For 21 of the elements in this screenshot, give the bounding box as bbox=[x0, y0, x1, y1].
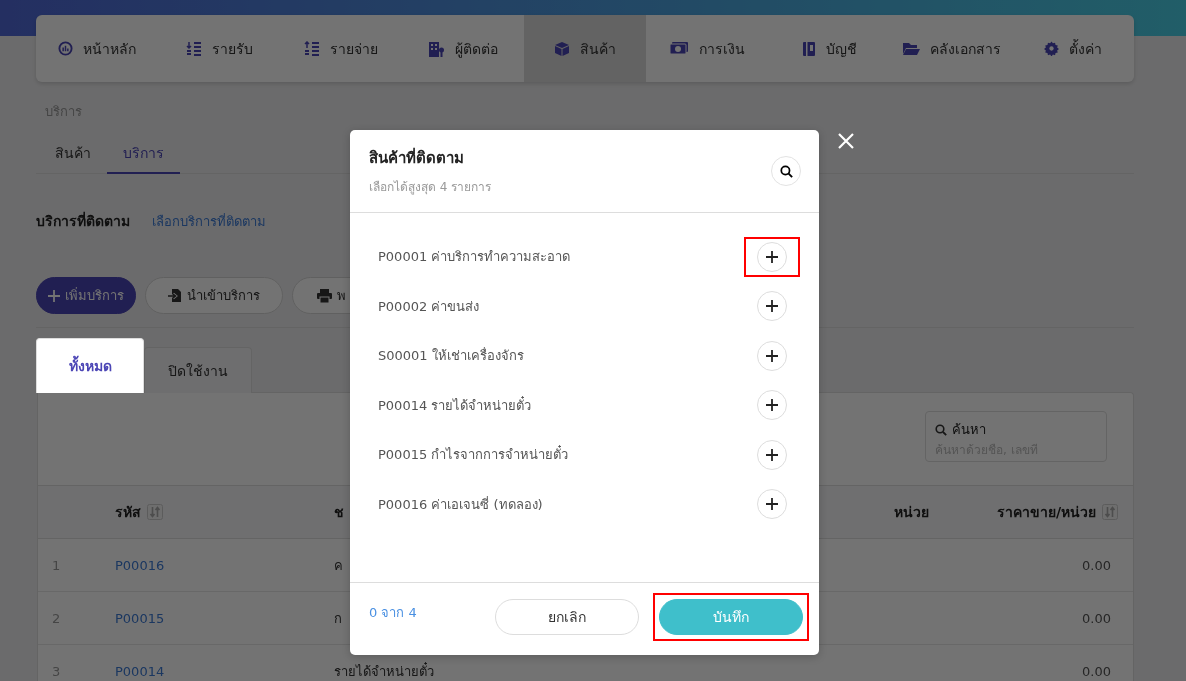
table-cell-text: รายได้จำหน่ายตั๋ว bbox=[334, 661, 434, 681]
table-cell-text: ค bbox=[334, 556, 343, 575]
table-cell: 0.00 bbox=[1082, 557, 1111, 573]
list-item-label: P00002 ค่าขนส่ง bbox=[378, 297, 480, 316]
list-item-label: P00015 กำไรจากการจำหน่ายตั๋ว bbox=[378, 444, 569, 465]
list-item-label: S00001 ให้เช่าเครื่องจักร bbox=[378, 346, 524, 366]
column-header: หน่วย bbox=[894, 503, 929, 522]
table-cell-text: ก bbox=[334, 609, 342, 628]
table-cell: 0.00 bbox=[1082, 663, 1111, 679]
dialog-title: สินค้าที่ติดตาม bbox=[369, 146, 465, 169]
dialog-subtitle: เลือกได้สูงสุด 4 รายการ bbox=[369, 179, 492, 196]
table-cell: 0.00 bbox=[1082, 610, 1111, 626]
list-item-label: P00016 ค่าเอเจนซี่ (ทดลอง) bbox=[378, 495, 543, 514]
section-title: บริการที่ติดตาม bbox=[36, 210, 130, 231]
column-header: รหัส bbox=[115, 503, 141, 522]
selection-counter: 0 จาก 4 bbox=[369, 604, 417, 622]
list-item-label: P00014 รายได้จำหน่ายตั๋ว bbox=[378, 395, 532, 415]
field-label: ค้นหา bbox=[952, 421, 986, 439]
column-header: ช bbox=[334, 503, 344, 522]
column-header: ราคาขาย/หน่วย bbox=[996, 503, 1096, 522]
list-item-label: P00001 ค่าบริการทำความสะอาด bbox=[378, 248, 571, 267]
